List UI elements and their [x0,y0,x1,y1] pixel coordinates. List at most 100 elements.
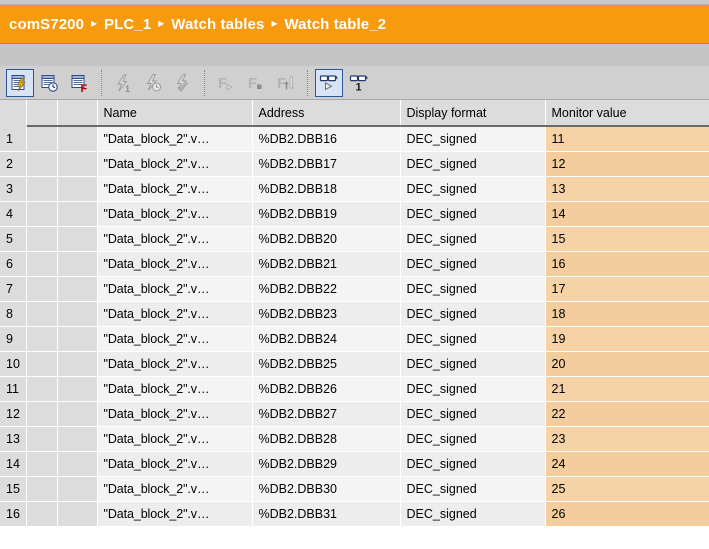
row-modify-flag-cell[interactable] [57,201,98,227]
row-selector-cell[interactable] [26,151,58,177]
breadcrumb-item-plc[interactable]: PLC_1 [104,16,151,33]
column-header-monitor-value[interactable]: Monitor value [544,100,709,127]
row-selector-cell[interactable] [26,251,58,277]
cell-display-format[interactable]: DEC_signed [400,226,546,252]
row-modify-flag-cell[interactable] [57,426,98,452]
table-row[interactable]: 14 "Data_block_2".v… %DB2.DBB29 DEC_signed 2… [0,451,709,477]
cell-display-format[interactable]: DEC_signed [400,476,546,502]
table-row[interactable]: 1 "Data_block_2".v… %DB2.DBB16 DEC_signed 11 [0,126,709,152]
cell-name[interactable]: "Data_block_2".v… [97,476,253,502]
row-modify-flag-cell[interactable] [57,376,98,402]
table-row[interactable]: 6 "Data_block_2".v… %DB2.DBB21 DEC_signed 16 [0,251,709,277]
cell-name[interactable]: "Data_block_2".v… [97,426,253,452]
breadcrumb-item-watch-table-2[interactable]: Watch table_2 [284,16,386,33]
column-header-rownum[interactable] [0,100,27,127]
row-number-cell[interactable]: 1 [0,126,27,152]
row-number-cell[interactable]: 11 [0,376,27,402]
modify-trigger-icon[interactable] [139,69,167,97]
cell-name[interactable]: "Data_block_2".v… [97,501,253,527]
cell-address[interactable]: %DB2.DBB29 [252,451,401,477]
column-header-icon-b[interactable] [57,100,98,127]
table-row[interactable]: 10 "Data_block_2".v… %DB2.DBB25 DEC_signed 2… [0,351,709,377]
cell-name[interactable]: "Data_block_2".v… [97,301,253,327]
cell-display-format[interactable]: DEC_signed [400,301,546,327]
row-selector-cell[interactable] [26,301,58,327]
cell-display-format[interactable]: DEC_signed [400,501,546,527]
modify-force-icon[interactable]: F [66,69,94,97]
cell-display-format[interactable]: DEC_signed [400,426,546,452]
table-row[interactable]: 12 "Data_block_2".v… %DB2.DBB27 DEC_signed 2… [0,401,709,427]
row-number-cell[interactable]: 13 [0,426,27,452]
monitor-glasses-play-icon[interactable] [315,68,343,97]
row-selector-cell[interactable] [26,326,58,352]
row-number-cell[interactable]: 4 [0,201,27,227]
row-selector-cell[interactable] [26,226,58,252]
cell-display-format[interactable]: DEC_signed [400,351,546,377]
cell-name[interactable]: "Data_block_2".v… [97,401,253,427]
cell-name[interactable]: "Data_block_2".v… [97,201,253,227]
row-modify-flag-cell[interactable] [57,501,98,527]
cell-display-format[interactable]: DEC_signed [400,251,546,277]
column-header-icon-a[interactable] [26,100,58,127]
cell-address[interactable]: %DB2.DBB17 [252,151,401,177]
row-number-cell[interactable]: 2 [0,151,27,177]
cell-address[interactable]: %DB2.DBB27 [252,401,401,427]
breadcrumb-item-project[interactable]: comS7200 [9,16,84,33]
cell-address[interactable]: %DB2.DBB21 [252,251,401,277]
row-selector-cell[interactable] [26,126,58,152]
row-number-cell[interactable]: 3 [0,176,27,202]
row-number-cell[interactable]: 5 [0,226,27,252]
row-selector-cell[interactable] [26,501,58,527]
cell-address[interactable]: %DB2.DBB23 [252,301,401,327]
monitor-glasses-one-icon[interactable]: 1 [345,69,373,97]
cell-address[interactable]: %DB2.DBB26 [252,376,401,402]
cell-address[interactable]: %DB2.DBB24 [252,326,401,352]
force-start-icon[interactable]: F [212,69,240,97]
cell-address[interactable]: %DB2.DBB22 [252,276,401,302]
row-modify-flag-cell[interactable] [57,326,98,352]
monitor-all-icon[interactable] [6,68,34,97]
column-header-address[interactable]: Address [251,100,401,127]
table-row[interactable]: 9 "Data_block_2".v… %DB2.DBB24 DEC_signed 19 [0,326,709,352]
cell-display-format[interactable]: DEC_signed [400,201,546,227]
cell-name[interactable]: "Data_block_2".v… [97,226,253,252]
row-modify-flag-cell[interactable] [57,451,98,477]
table-row[interactable]: 8 "Data_block_2".v… %DB2.DBB23 DEC_signed 18 [0,301,709,327]
cell-address[interactable]: %DB2.DBB18 [252,176,401,202]
row-selector-cell[interactable] [26,176,58,202]
row-selector-cell[interactable] [26,476,58,502]
cell-address[interactable]: %DB2.DBB25 [252,351,401,377]
force-stop-icon[interactable]: F [242,69,270,97]
cell-display-format[interactable]: DEC_signed [400,376,546,402]
cell-address[interactable]: %DB2.DBB30 [252,476,401,502]
cell-display-format[interactable]: DEC_signed [400,401,546,427]
modify-once-icon[interactable]: 1 [109,69,137,97]
table-row[interactable]: 15 "Data_block_2".v… %DB2.DBB30 DEC_signed 2… [0,476,709,502]
cell-address[interactable]: %DB2.DBB20 [252,226,401,252]
cell-name[interactable]: "Data_block_2".v… [97,276,253,302]
cell-name[interactable]: "Data_block_2".v… [97,451,253,477]
row-number-cell[interactable]: 8 [0,301,27,327]
row-modify-flag-cell[interactable] [57,251,98,277]
row-modify-flag-cell[interactable] [57,276,98,302]
table-row[interactable]: 13 "Data_block_2".v… %DB2.DBB28 DEC_signed 2… [0,426,709,452]
table-row[interactable]: 7 "Data_block_2".v… %DB2.DBB22 DEC_signed 17 [0,276,709,302]
cell-display-format[interactable]: DEC_signed [400,151,546,177]
cell-display-format[interactable]: DEC_signed [400,276,546,302]
row-number-cell[interactable]: 14 [0,451,27,477]
row-modify-flag-cell[interactable] [57,226,98,252]
row-modify-flag-cell[interactable] [57,126,98,152]
cell-name[interactable]: "Data_block_2".v… [97,251,253,277]
breadcrumb-item-watch-tables[interactable]: Watch tables [171,16,264,33]
row-number-cell[interactable]: 10 [0,351,27,377]
column-header-name[interactable]: Name [96,100,253,127]
cell-name[interactable]: "Data_block_2".v… [97,376,253,402]
monitor-now-icon[interactable] [36,69,64,97]
cell-display-format[interactable]: DEC_signed [400,326,546,352]
cell-address[interactable]: %DB2.DBB31 [252,501,401,527]
row-number-cell[interactable]: 7 [0,276,27,302]
cell-name[interactable]: "Data_block_2".v… [97,326,253,352]
row-selector-cell[interactable] [26,276,58,302]
cell-name[interactable]: "Data_block_2".v… [97,176,253,202]
cell-address[interactable]: %DB2.DBB28 [252,426,401,452]
